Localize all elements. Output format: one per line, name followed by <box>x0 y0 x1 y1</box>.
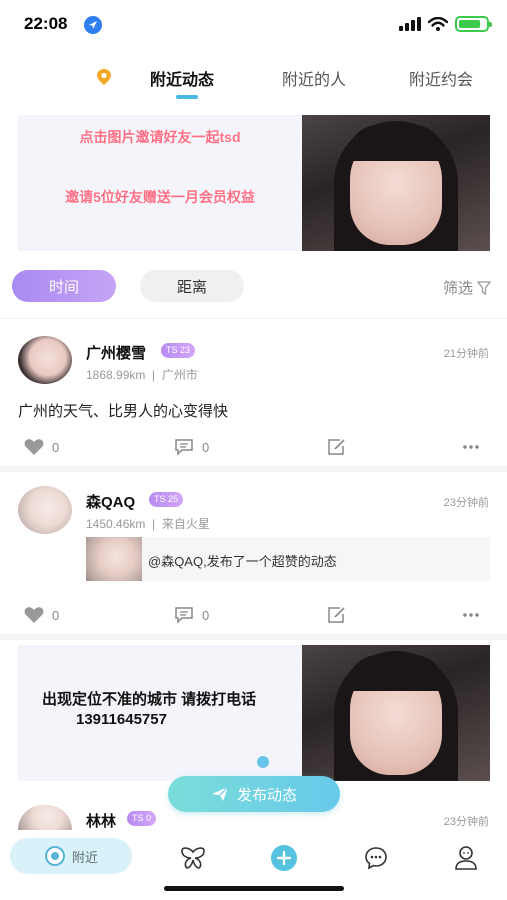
butterfly-icon <box>181 847 205 869</box>
invite-banner[interactable]: 点击图片邀请好友一起tsd 邀请5位好友赠送一月会员权益 <box>18 115 490 251</box>
avatar[interactable] <box>18 336 72 384</box>
post-username[interactable]: 广州樱雪 <box>86 342 146 363</box>
home-indicator <box>164 886 344 891</box>
post-time: 23分钟前 <box>443 816 489 828</box>
shared-post-text: @森QAQ,发布了一个超赞的动态 <box>148 554 337 569</box>
ts-badge: TS 0 <box>127 811 157 826</box>
meta-separator: | <box>148 517 159 531</box>
divider <box>0 318 507 319</box>
more-button[interactable] <box>462 438 480 456</box>
signal-icon <box>399 17 421 31</box>
comment-icon <box>175 439 193 456</box>
location-value: 来自火星 <box>161 517 210 531</box>
tab-nearby-posts[interactable]: 附近动态 <box>150 66 214 90</box>
nearby-chat-icon <box>44 846 65 866</box>
message-icon <box>365 847 387 870</box>
battery-icon <box>455 16 492 32</box>
nav-nearby[interactable]: 附近 <box>10 838 132 874</box>
like-button[interactable]: 0 <box>24 606 59 624</box>
share-button[interactable] <box>326 438 346 456</box>
tab-nearby-people[interactable]: 附近的人 <box>282 66 346 90</box>
shared-thumbnail <box>86 537 142 581</box>
ts-badge: TS 25 <box>149 492 184 507</box>
sort-by-distance-button[interactable]: 距离 <box>140 270 244 302</box>
share-button[interactable] <box>326 606 346 624</box>
distance-value: 1868.99km <box>86 368 146 382</box>
comment-button[interactable]: 0 <box>174 438 209 456</box>
shared-post-card[interactable]: @森QAQ,发布了一个超赞的动态 <box>86 537 490 581</box>
distance-value: 1450.46km <box>86 517 146 531</box>
banner-line-2: 邀请5位好友赠送一月会员权益 <box>65 189 255 205</box>
location-arrow-icon <box>84 16 102 34</box>
status-icons <box>399 16 492 32</box>
publish-post-button[interactable]: 发布动态 <box>168 776 340 812</box>
meta-separator: | <box>148 368 159 382</box>
battery-fill <box>459 20 480 28</box>
share-edit-icon <box>328 607 345 623</box>
comment-icon <box>175 607 193 624</box>
comment-count: 0 <box>202 607 210 623</box>
filter-button[interactable]: 筛选 <box>443 277 491 298</box>
phone-banner[interactable]: 出现定位不准的城市 请拨打电话 13911645757 <box>18 645 490 781</box>
pin-icon[interactable] <box>96 68 112 91</box>
ts-badge: TS 23 <box>161 343 196 358</box>
heart-icon <box>24 439 44 455</box>
banner-photo <box>302 115 490 251</box>
publish-label: 发布动态 <box>236 786 297 804</box>
send-icon <box>211 786 229 801</box>
sort-by-time-button[interactable]: 时间 <box>12 270 116 302</box>
like-count: 0 <box>52 607 60 623</box>
tab-active-indicator <box>176 95 198 99</box>
post-distance: 1868.99km | 广州市 <box>86 366 198 383</box>
location-value: 广州市 <box>161 368 198 382</box>
nav-add[interactable] <box>270 844 298 872</box>
wifi-icon <box>428 17 448 31</box>
avatar[interactable] <box>18 805 72 830</box>
comment-button[interactable]: 0 <box>174 606 209 624</box>
avatar[interactable] <box>18 486 72 534</box>
nav-messages[interactable] <box>362 844 390 872</box>
comment-count: 0 <box>202 439 210 455</box>
more-icon <box>463 613 479 617</box>
post-time: 21分钟前 <box>443 348 489 360</box>
post-time: 23分钟前 <box>443 497 489 509</box>
heart-icon <box>24 607 44 623</box>
share-edit-icon <box>328 439 345 455</box>
tab-nearby-dates[interactable]: 附近约会 <box>409 66 473 90</box>
post-divider <box>0 466 507 472</box>
status-time: 22:08 <box>24 14 68 33</box>
nav-nearby-label: 附近 <box>71 849 98 865</box>
post-distance: 1450.46km | 来自火星 <box>86 515 210 532</box>
banner-photo <box>302 645 490 781</box>
filter-label: 筛选 <box>442 280 473 297</box>
like-button[interactable]: 0 <box>24 438 59 456</box>
banner-line-1: 点击图片邀请好友一起tsd <box>79 129 241 145</box>
nav-moments[interactable] <box>179 844 207 872</box>
like-count: 0 <box>52 439 60 455</box>
nav-profile[interactable] <box>452 844 480 872</box>
banner-notice-line-1: 出现定位不准的城市 请拨打电话 <box>42 691 257 708</box>
post-content: 广州的天气、比男人的心变得快 <box>18 403 229 420</box>
post-username[interactable]: 森QAQ <box>86 491 135 512</box>
banner-phone-number: 13911645757 <box>76 711 167 728</box>
more-button[interactable] <box>462 606 480 624</box>
more-icon <box>463 445 479 449</box>
post-username[interactable]: 林林 <box>86 810 116 831</box>
post-divider <box>0 634 507 640</box>
profile-icon <box>455 846 477 870</box>
add-icon <box>271 845 297 871</box>
carousel-dot[interactable] <box>257 756 269 768</box>
filter-icon <box>477 280 491 295</box>
